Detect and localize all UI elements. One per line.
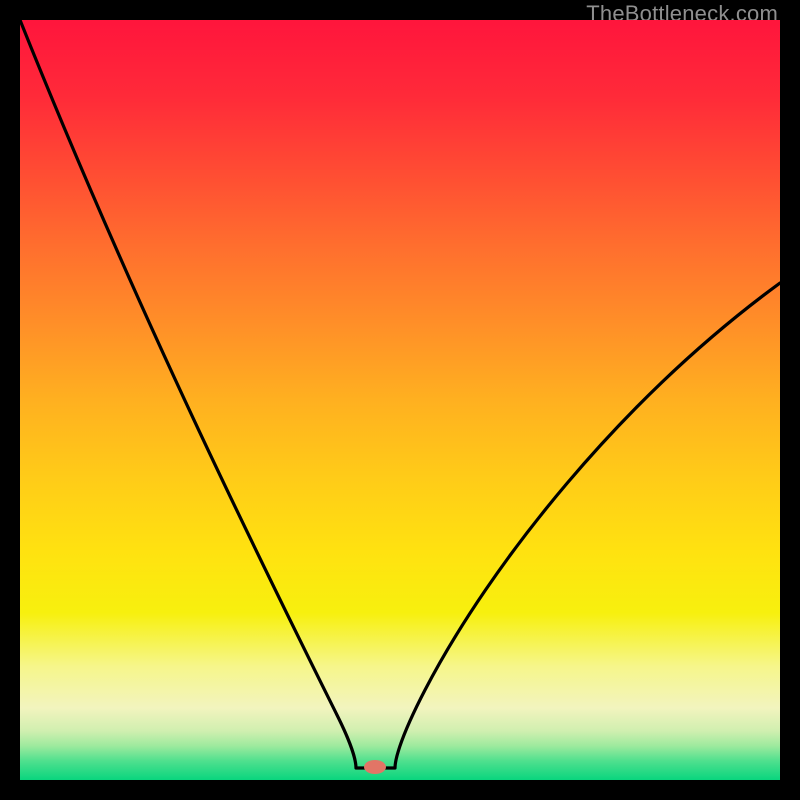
bottleneck-curve xyxy=(20,20,780,768)
chart-frame xyxy=(20,20,780,780)
optimal-point-marker xyxy=(364,760,386,774)
chart-plot xyxy=(20,20,780,780)
